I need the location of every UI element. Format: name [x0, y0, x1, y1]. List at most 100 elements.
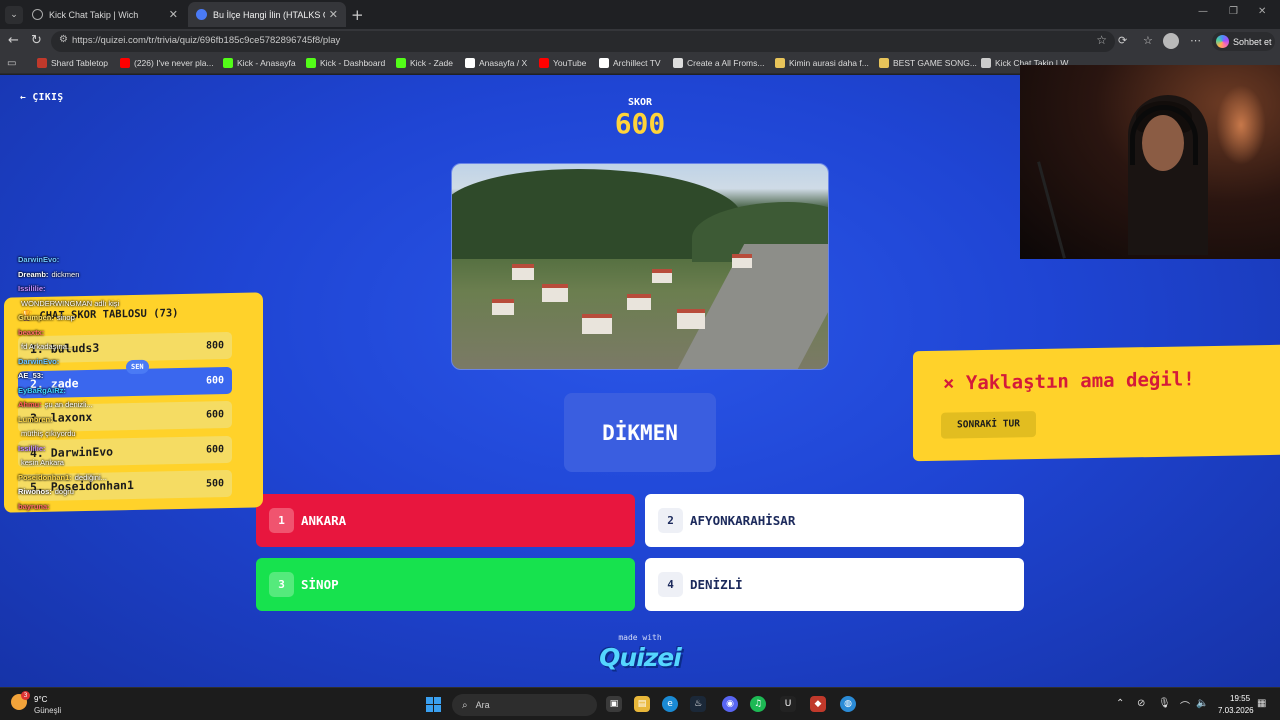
bookmark-item[interactable]: Anasayfa / X	[465, 58, 527, 68]
spotify-icon[interactable]: ♫	[750, 696, 766, 712]
bookmark-label: Kick - Zade	[410, 58, 453, 68]
folder-icon	[879, 58, 889, 68]
unreal-icon[interactable]: U	[780, 696, 796, 712]
chat-username: Grumpen:	[18, 313, 54, 322]
tab-label: Kick Chat Takip | Wich	[49, 9, 139, 20]
temperature: 9°C	[34, 695, 48, 704]
leaderboard-score: 600	[205, 374, 224, 386]
next-round-button[interactable]: SONRAKİ TUR	[941, 411, 1036, 439]
volume-icon[interactable]: 🔈	[1196, 698, 1208, 709]
bookmark-item[interactable]: YouTube	[539, 58, 586, 68]
answer-word: DİKMEN	[564, 393, 716, 472]
close-window-icon[interactable]: ✕	[1258, 6, 1266, 17]
chat-message: Dreamb: dickmen	[18, 270, 79, 279]
result-text: Yaklaştın ama değil!	[965, 368, 1195, 395]
chat-message: beaxtx:	[18, 328, 47, 337]
network-off-icon[interactable]: ⊘	[1137, 698, 1145, 709]
shard-icon	[37, 58, 47, 68]
copilot-chat-button[interactable]: Sohbet et	[1212, 32, 1275, 51]
bookmark-item[interactable]: BEST GAME SONG...	[879, 58, 977, 68]
game-launcher-icon[interactable]: ◆	[810, 696, 826, 712]
address-bar[interactable]: ⚙ https://quizei.com/tr/trivia/quiz/696f…	[51, 31, 1115, 52]
tab-actions-menu[interactable]: ⌄	[5, 6, 23, 24]
chat-message: EyBaRgAiRz:	[18, 386, 69, 395]
option-1-button[interactable]: 1 ANKARA	[256, 494, 635, 547]
option-3-button[interactable]: 3 SİNOP	[256, 558, 635, 611]
back-icon[interactable]: ←	[8, 33, 19, 48]
folder-icon	[775, 58, 785, 68]
archillect-icon	[599, 58, 609, 68]
wifi-icon[interactable]: ⌒	[1180, 698, 1190, 713]
exit-button[interactable]: ← ÇIKIŞ	[20, 92, 64, 103]
bookmark-label: BEST GAME SONG...	[893, 58, 977, 68]
bookmark-item[interactable]: (226) I've never pla...	[120, 58, 214, 68]
clock-time[interactable]: 19:55	[1230, 694, 1250, 703]
quizei-logo[interactable]: Quizei	[590, 643, 690, 672]
notification-icon[interactable]: ▦	[1257, 698, 1266, 709]
copilot-label: Sohbet et	[1233, 36, 1272, 47]
close-icon[interactable]: ✕	[329, 8, 338, 21]
chat-text: fd Arkadaşına...	[21, 342, 74, 351]
option-label: ANKARA	[301, 513, 347, 528]
chat-username: Issililie:	[18, 443, 46, 453]
option-number: 4	[658, 572, 683, 597]
chat-username: bayruna:	[18, 501, 50, 511]
x-icon	[465, 58, 475, 68]
clock-date[interactable]: 7.03.2026	[1218, 706, 1254, 715]
score-value: 600	[614, 107, 666, 140]
bookmark-item[interactable]: Kimin aurasi daha f...	[775, 58, 869, 68]
taskbar-search[interactable]: ⌕ Ara	[452, 694, 597, 716]
chat-message: Riwonos: doğru	[18, 487, 74, 496]
chat-message: Grumpen: sinop	[18, 313, 75, 322]
refresh-icon[interactable]: ↻	[31, 33, 42, 48]
windows-start-icon[interactable]	[426, 697, 441, 712]
microphone-icon[interactable]: 🎙	[1158, 698, 1171, 709]
bookmark-label: Archillect TV	[613, 58, 661, 68]
leaderboard-score: 500	[205, 478, 224, 490]
url-text: https://quizei.com/tr/trivia/quiz/696fb1…	[72, 35, 341, 46]
chat-message: Issililie:	[18, 284, 49, 293]
tab-kick-chat-takip[interactable]: Kick Chat Takip | Wich ✕	[24, 2, 186, 27]
chat-username: Lumbren:	[18, 414, 53, 424]
exit-label: ÇIKIŞ	[32, 92, 64, 103]
chat-message: Ahmu: şu an denizli...	[18, 400, 93, 409]
leaderboard-score: 600	[205, 443, 224, 455]
kick-icon	[223, 58, 233, 68]
extension-icon[interactable]: ⟳	[1118, 34, 1127, 47]
result-message: × Yaklaştın ama değil!	[943, 368, 1195, 394]
bookmark-item[interactable]: Kick - Dashboard	[306, 58, 385, 68]
tab-bar: ⌄ Kick Chat Takip | Wich ✕ Bu İlçe Hangi…	[0, 0, 1280, 29]
chat-message: DarwinEvo:	[18, 357, 62, 366]
more-menu-icon[interactable]: ⋯	[1190, 34, 1201, 47]
steam-icon[interactable]: ♨	[690, 696, 706, 712]
bookmark-item[interactable]: Archillect TV	[599, 58, 661, 68]
restore-icon[interactable]: ❐	[1229, 6, 1238, 17]
option-4-button[interactable]: 4 DENİZLİ	[645, 558, 1024, 611]
avatar[interactable]	[1163, 33, 1179, 49]
chevron-up-icon[interactable]: ⌃	[1116, 698, 1124, 709]
tab-groups-icon[interactable]: ▭	[7, 58, 16, 69]
new-tab-button[interactable]: +	[351, 6, 364, 24]
kick-icon	[306, 58, 316, 68]
bookmark-item[interactable]: Kick - Zade	[396, 58, 453, 68]
edge-icon[interactable]: e	[662, 696, 678, 712]
bookmark-star-icon[interactable]: ☆	[1096, 33, 1107, 47]
task-view-icon[interactable]: ▣	[606, 696, 622, 712]
option-2-button[interactable]: 2 AFYONKARAHİSAR	[645, 494, 1024, 547]
youtube-icon	[120, 58, 130, 68]
bookmark-item[interactable]: Shard Tabletop	[37, 58, 108, 68]
site-info-icon[interactable]: ⚙	[59, 34, 68, 45]
search-icon: ⌕	[462, 699, 468, 711]
bookmark-item[interactable]: Create a All Froms...	[673, 58, 764, 68]
bookmark-item[interactable]: Kick - Anasayfa	[223, 58, 296, 68]
app-icon[interactable]: ◍	[840, 696, 856, 712]
chat-username: EyBaRgAiRz:	[18, 385, 66, 395]
file-explorer-icon[interactable]: ▤	[634, 696, 650, 712]
discord-icon[interactable]: ◉	[722, 696, 738, 712]
windows-taskbar: 3 9°C Güneşli ⌕ Ara ▣ ▤ e ♨ ◉ ♫ U ◆ ◍ ⌃ …	[0, 687, 1280, 720]
minimize-icon[interactable]: —	[1198, 6, 1208, 17]
close-icon[interactable]: ✕	[169, 8, 178, 21]
favorites-icon[interactable]: ☆	[1143, 34, 1153, 47]
chat-username: AE_53:	[18, 371, 44, 380]
tab-quiz[interactable]: Bu İlçe Hangi İlin (HTALKS ÖZEL) - ... ✕	[188, 2, 346, 27]
